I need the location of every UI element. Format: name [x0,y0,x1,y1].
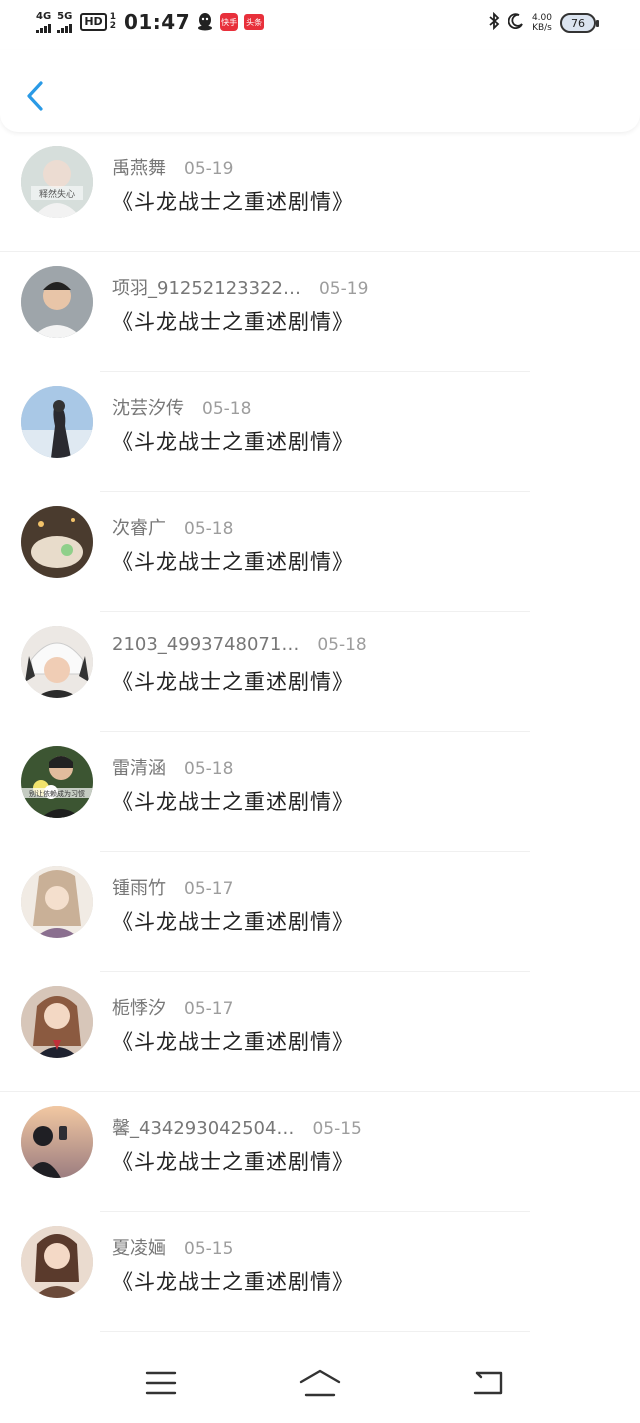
signal-bars-icon [57,23,73,33]
signal-4g: 4G [36,10,52,33]
list-item[interactable]: 夏凌婳 05-15 《斗龙战士之重述剧情》 [0,1212,640,1332]
chevron-left-icon [27,81,43,111]
menu-icon [145,1371,177,1395]
home-button[interactable] [296,1363,344,1403]
avatar[interactable] [21,986,93,1058]
network-type-label: 5G [57,10,73,22]
avatar[interactable] [21,506,93,578]
hd-sub-label: 1 2 [110,13,116,31]
avatar[interactable]: 别让依赖成为习惯 [21,746,93,818]
home-icon [299,1369,341,1397]
comment-date: 05-18 [184,759,234,779]
bluetooth-icon [488,11,500,34]
comment-date: 05-18 [317,635,367,655]
list-item[interactable]: 锺雨竹 05-17 《斗龙战士之重述剧情》 [0,852,640,972]
list-item[interactable]: 沈芸汐传 05-18 《斗龙战士之重述剧情》 [0,372,640,492]
comment-meta: 雷清涵 05-18 [112,754,233,780]
kuaishou-app-icon: 快手 [220,13,239,31]
back-nav-button[interactable] [464,1363,512,1403]
signal-5g: 5G [57,10,73,33]
list-item-partial[interactable] [0,1332,640,1342]
avatar[interactable] [21,866,93,938]
list-item[interactable]: 2103_4993748071… 05-18 《斗龙战士之重述剧情》 [0,612,640,732]
comment-date: 05-18 [202,399,252,419]
status-bar: 4G 5G HD 1 2 01:47 快手 头条 4.00 KB/s 76 [0,0,640,50]
avatar[interactable] [21,266,93,338]
comment-meta: 栀悸汐 05-17 [112,994,233,1020]
hd-sub-2: 2 [109,21,116,31]
comment-meta: 项羽_91252123322… 05-19 [112,274,368,300]
speed-value: 4.00 [531,13,552,23]
username[interactable]: 沈芸汐传 [112,394,184,420]
comment-meta: 禹燕舞 05-19 [112,154,233,180]
battery-icon: 76 [560,13,599,33]
do-not-disturb-moon-icon [507,13,524,33]
list-item[interactable]: 馨_434293042504… 05-15 《斗龙战士之重述剧情》 [0,1092,640,1212]
comment-date: 05-15 [184,1239,234,1259]
system-navigation-bar [0,1343,640,1423]
comment-meta: 锺雨竹 05-17 [112,874,233,900]
avatar[interactable] [21,386,93,458]
comment-text[interactable]: 《斗龙战士之重述剧情》 [112,666,354,696]
comment-date: 05-19 [318,279,369,299]
comment-meta: 夏凌婳 05-15 [112,1234,233,1260]
comment-text[interactable]: 《斗龙战士之重述剧情》 [112,546,354,576]
list-item[interactable]: 释然失心 禹燕舞 05-19 《斗龙战士之重述剧情》 [0,132,640,252]
comment-text[interactable]: 《斗龙战士之重述剧情》 [112,1266,354,1296]
list-item[interactable]: 栀悸汐 05-17 《斗龙战士之重述剧情》 [0,972,640,1092]
comment-date: 05-17 [184,879,234,899]
avatar[interactable] [21,1106,93,1178]
comment-text[interactable]: 《斗龙战士之重述剧情》 [112,786,354,816]
comment-list[interactable]: 释然失心 禹燕舞 05-19 《斗龙战士之重述剧情》 项羽_9125212332… [0,132,640,1342]
comment-meta: 馨_434293042504… 05-15 [112,1114,362,1140]
speed-unit: KB/s [532,23,552,33]
comment-text[interactable]: 《斗龙战士之重述剧情》 [112,186,354,216]
comment-date: 05-18 [184,519,234,539]
status-right: 4.00 KB/s 76 [488,11,599,34]
username[interactable]: 馨_434293042504… [112,1114,294,1140]
username[interactable]: 栀悸汐 [112,994,166,1020]
avatar-caption: 释然失心 [39,188,75,200]
comment-meta: 2103_4993748071… 05-18 [112,634,367,655]
username[interactable]: 2103_4993748071… [112,634,299,655]
username[interactable]: 次睿广 [112,514,166,540]
menu-button[interactable] [137,1363,185,1403]
top-header [0,50,640,132]
username[interactable]: 锺雨竹 [112,874,166,900]
signal-bars-icon [36,23,51,33]
username[interactable]: 雷清涵 [112,754,166,780]
hd-badge: HD [80,13,107,31]
comment-date: 05-17 [184,999,234,1019]
comment-text[interactable]: 《斗龙战士之重述剧情》 [112,1146,354,1176]
avatar[interactable]: 释然失心 [21,146,93,218]
network-type-label: 4G [36,10,52,22]
username[interactable]: 夏凌婳 [112,1234,166,1260]
back-button[interactable] [18,74,52,118]
avatar[interactable] [21,626,93,698]
list-item[interactable]: 项羽_91252123322… 05-19 《斗龙战士之重述剧情》 [0,252,640,372]
toutiao-app-icon: 头条 [244,14,265,30]
comment-meta: 沈芸汐传 05-18 [112,394,251,420]
comment-date: 05-15 [312,1119,362,1139]
list-item[interactable]: 别让依赖成为习惯 雷清涵 05-18 《斗龙战士之重述剧情》 [0,732,640,852]
status-left: 4G 5G HD 1 2 01:47 快手 头条 [36,10,265,34]
username[interactable]: 项羽_91252123322… [112,274,301,300]
comment-date: 05-19 [184,159,234,179]
comment-text[interactable]: 《斗龙战士之重述剧情》 [112,306,354,336]
list-item[interactable]: 次睿广 05-18 《斗龙战士之重述剧情》 [0,492,640,612]
battery-level: 76 [571,16,585,30]
username[interactable]: 禹燕舞 [112,154,166,180]
avatar-caption: 别让依赖成为习惯 [29,789,85,798]
avatar[interactable] [21,1226,93,1298]
clock: 01:47 [123,10,191,34]
comment-text[interactable]: 《斗龙战士之重述剧情》 [112,426,354,456]
comment-meta: 次睿广 05-18 [112,514,233,540]
return-icon [473,1371,503,1395]
qq-icon [196,13,214,31]
network-speed: 4.00 KB/s [532,13,552,33]
comment-text[interactable]: 《斗龙战士之重述剧情》 [112,906,354,936]
comment-text[interactable]: 《斗龙战士之重述剧情》 [112,1026,354,1056]
